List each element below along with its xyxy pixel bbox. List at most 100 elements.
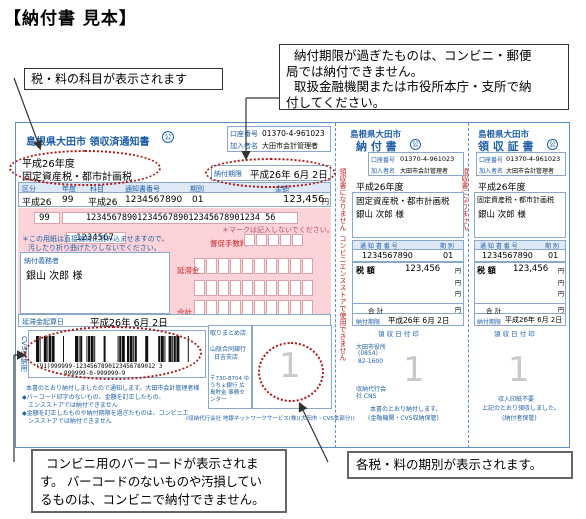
nofu-city2: (0854) [358,350,378,357]
amount-digit-box [206,280,217,296]
main-row-kubun: 平成26 [22,198,52,208]
ryoshu-subject: 固定資産税・都市計画税 [477,196,554,204]
callout-deadline-line4: 付してください。 [286,94,386,110]
nofu-side-note: 領収書になりません [339,168,347,231]
main-slip-seal-icon: 公 [162,131,174,143]
callout-deadline: 納付期限が過ぎたものは、コンビニ・郵便 局では納付できません。 取扱金融機関また… [279,44,569,110]
callout-barcode: コンビニ用のバーコードが表示されま す。 バーコードのないものや汚損してい るも… [31,449,287,513]
nofu-deadline-value: 平成26年 6月 2日 [388,316,450,325]
amount-digit-box [302,280,313,296]
nofu-side-note2: コンビニエンスストアで使用できません [339,235,347,361]
main-row-tsuchi: 1234567890 [125,195,183,205]
amount-digit-box [290,258,301,274]
amount-digit-box [290,280,301,296]
callout-barcode-line2: す。 バーコードのないものや汚損してい [40,474,262,489]
main-long-number: 1234567890123456789012345678901234 56 [86,213,276,223]
ryoshu-foot3: (納付者保管) [502,415,537,422]
callout-subject-text: 税・料の科目が表示されます [31,72,188,86]
nofu-kibetsu-value: 01 [443,251,454,260]
nofu-payer: 銀山 次郎 様 [356,210,404,220]
ryoshu-kanyu-value: 大田市会計管理者 [506,168,555,175]
main-kouza-label: 口座番号 [230,130,258,138]
main-foot5: ンスストアでは納付できません [28,418,112,425]
main-toriatsukai-label: 取りまとめ店 [210,330,247,337]
page-title: 【納付書 見本】 [4,9,137,29]
main-tokusoku-label: 督促手数料 [210,239,248,248]
nofu-subject: 固定資産税・都市計画税 [356,197,450,207]
amount-digit-box [266,280,277,296]
amount-digit-box [230,280,241,296]
nofu-kanyu-label: 加入者名 [371,168,396,175]
callout-barcode-line1: コンビニ用のバーコードが表示されま [46,456,259,471]
nofu-tsuchi-value: 1234567890 [362,251,413,260]
ryoshu-payer: 銀山 次郎 様 [478,210,526,220]
ryoshu-deadline-value: 平成26年 6月 2日 [505,316,563,324]
ryoshu-zei-label: 税 額 [477,266,496,275]
main-row-kamoku: 平成26 [88,198,118,208]
highlight-barcode [24,326,202,380]
main-kanyu-label: 加入者名 [230,142,258,150]
nofu-kouza-value: 01370-4-961023 [400,155,455,163]
main-center: 〒730-8704 ゆうちょ銀行 広島貯金 事務センター [210,376,250,403]
nofu-yen-3: 円 [455,291,462,298]
highlight-subject [9,150,161,186]
ryoshu-foot2: 上記のとおり領収しました。 [482,405,561,412]
ryoshu-kouza-label: 口座番号 [479,157,504,164]
amount-digit-box [242,280,253,296]
nofu-tsuchi-label: 通 知 書 番 号 [360,243,398,250]
ryoshu-yen-4: 円 [558,307,565,314]
ryoshu-stamp-digit: 1 [508,350,530,390]
nofu-kouza-label: 口座番号 [371,157,396,164]
ryoshu-seal-icon: 公 [547,139,558,150]
amount-digit-box [194,280,205,296]
amount-digit-box [206,258,217,274]
main-bank2: 日吉支店 [214,354,239,361]
amount-digit-box [278,258,289,274]
main-row-yen: 円 [322,198,329,206]
main-slip-header: 島根県大田市 領収済通知書 [26,137,150,148]
amount-digit-box [256,234,267,246]
ryoshu-tsuchi-label: 通 知 書 番 号 [480,243,518,250]
callout-deadline-line2: 局では納付できません。 [286,63,424,79]
amount-digit-box [254,280,265,296]
ryoshu-kibetsu-label: 期 別 [545,243,559,250]
ryoshu-kanyu-label: 加入者名 [479,168,504,175]
nofu-kanyu-value: 大田市会計管理者 [400,168,449,175]
callout-deadline-line3: 取扱金融機関または市役所本庁・支所で納 [294,79,532,94]
ryoshu-kibetsu-value: 01 [548,251,559,260]
nofu-kibetsu-label: 期 別 [440,243,454,250]
main-row-kibetsu: 01 [192,195,204,205]
ryoshu-zei-value: 123,456 [513,264,549,274]
amount-digit-box [242,258,253,274]
amount-digit-box [292,234,303,246]
callout-barcode-line3: るものは、コンビニで納付できません。 [40,492,265,507]
nofu-yen-4: 円 [455,307,462,314]
nofu-stamp-digit: 1 [403,350,425,390]
amount-digit-box [266,258,277,274]
callout-deadline-line1: 納付期限が過ぎたものは、コンビニ・郵便 [294,48,532,63]
nofu-zei-label: 税 額 [356,266,375,275]
ryoshu-yen-3: 円 [558,291,565,298]
nofu-yen-1: 円 [455,268,462,275]
nofu-deadline-label: 納付期限 [356,319,381,326]
main-payer-label: 納付義務者 [24,257,59,265]
amount-digit-box [278,280,289,296]
amount-digit-box [218,258,229,274]
ryoshu-ryoshu-label: 領 収 日 付 印 [494,330,535,338]
nofu-zei-value: 123,456 [405,264,441,274]
ryoshu-foot1: 収入印紙不要 [498,396,535,403]
main-number-99: 99 [39,213,50,223]
callout-period-text: 各税・料の期別が表示されます。 [356,457,543,472]
callout-period: 各税・料の期別が表示されます。 [347,451,573,479]
main-kouza-value: 01370-4-961023 [262,129,325,138]
main-row-nendo: 99 [62,195,74,205]
ryoshu-kouza-value: 01370-4-961023 [506,155,561,163]
main-foot-center: (収納代行会社 地銀ネットワークサービス(株)(大田市・CVS本部分)) [186,416,355,422]
nofu-foot2: (金融機関・CVS収納保管) [368,415,439,422]
main-payer-name: 銀山 次郎 様 [26,271,83,282]
amount-digit-box [268,234,279,246]
callout-subject: 税・料の科目が表示されます [24,68,223,90]
amount-digit-box [218,280,229,296]
amount-digit-box [230,258,241,274]
ryoshu-deadline-label: 納付期限 [477,319,502,326]
